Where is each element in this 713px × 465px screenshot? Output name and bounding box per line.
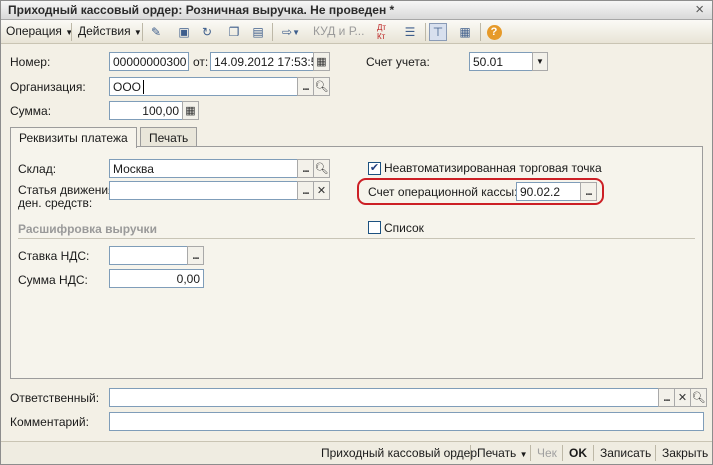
actions-menu-label: Действия [78, 24, 131, 38]
document-window: Приходный кассовый ордер: Розничная выру… [0, 0, 713, 465]
command-divider [530, 445, 531, 461]
tab-payment-details[interactable]: Реквизиты платежа [10, 127, 137, 148]
go-to-icon[interactable]: ⇨ ▼ [277, 23, 305, 41]
select-dots-icon[interactable]: ... [580, 182, 597, 201]
toolbar: Операция ▼ Действия ▼ ✎ ▣ ↻ ❐ ▤ ⇨ ▼ КУД и… [1, 20, 712, 44]
account-label: Счет учета: [366, 55, 430, 69]
vat-sum-label: Сумма НДС: [18, 273, 88, 287]
print-menu-button[interactable]: Печать ▼ [477, 446, 528, 460]
list-checkbox[interactable] [368, 221, 381, 234]
select-dots-icon[interactable]: ... [297, 159, 314, 178]
print-menu-label: Печать [477, 446, 517, 460]
check-button[interactable]: Чек [537, 446, 557, 460]
responsible-label: Ответственный: [10, 391, 100, 405]
section-divider [18, 238, 695, 239]
sum-field[interactable]: 100,00 [109, 101, 183, 120]
comment-field[interactable] [109, 412, 704, 431]
warehouse-field[interactable]: Москва [109, 159, 298, 178]
warehouse-label: Склад: [18, 162, 57, 176]
nonauto-point-checkbox[interactable]: ✔ [368, 162, 381, 175]
cashflow-label-line1: Статья движения [18, 183, 115, 197]
command-divider [655, 445, 656, 461]
number-field[interactable]: 00000000300 [109, 52, 189, 71]
operation-menu[interactable]: Операция ▼ [6, 24, 73, 38]
structure-icon[interactable]: ⊤ [429, 23, 447, 41]
toolbar-divider [425, 23, 426, 41]
toolbar-divider [480, 23, 481, 41]
date-field[interactable]: 14.09.2012 17:53:56 [210, 52, 314, 71]
op-account-field[interactable]: 90.02.2 [516, 182, 581, 201]
search-icon[interactable]: 🔍︎ [313, 159, 330, 178]
command-bar: Приходный кассовый ордер Печать ▼ Чек OK… [1, 441, 712, 464]
command-divider [562, 445, 563, 461]
copy-document-icon[interactable]: ❐ [225, 23, 243, 41]
save-button[interactable]: Записать [600, 446, 651, 460]
responsible-field[interactable] [109, 388, 659, 407]
nonauto-point-label: Неавтоматизированная торговая точка [384, 161, 602, 175]
dtkt-label: Дт Кт [377, 23, 387, 41]
select-dots-icon[interactable]: ... [658, 388, 675, 407]
chevron-down-icon[interactable]: ▼ [532, 52, 548, 71]
vat-rate-field[interactable] [109, 246, 188, 265]
organization-value: ООО [113, 80, 142, 94]
help-icon[interactable]: ? [485, 23, 503, 41]
clear-icon[interactable]: ✕ [674, 388, 691, 407]
cashflow-item-field[interactable] [109, 181, 298, 200]
toolbar-divider [71, 23, 72, 41]
account-select[interactable]: 50.01 [469, 52, 533, 71]
toolbar-divider [142, 23, 143, 41]
print-form-button[interactable]: Приходный кассовый ордер [321, 446, 477, 460]
cashflow-label-line2: ден. средств: [18, 196, 93, 210]
command-divider [593, 445, 594, 461]
ok-button[interactable]: OK [569, 446, 587, 460]
unpost-icon[interactable]: ▤ [249, 23, 267, 41]
op-account-label: Счет операционной кассы: [368, 185, 518, 199]
toolbar-divider [272, 23, 273, 41]
tab-print[interactable]: Печать [140, 127, 198, 147]
actions-menu[interactable]: Действия ▼ [78, 24, 142, 38]
vat-sum-field[interactable]: 0,00 [109, 269, 204, 288]
date-label: от: [193, 55, 209, 69]
dtkt-icon[interactable]: Дт Кт [377, 23, 395, 41]
close-icon[interactable]: × [695, 1, 704, 18]
comment-label: Комментарий: [10, 415, 89, 429]
search-icon[interactable]: 🔍︎ [690, 388, 707, 407]
sum-label: Сумма: [10, 104, 52, 118]
refresh-icon[interactable]: ↻ [198, 23, 216, 41]
select-dots-icon[interactable]: ... [297, 181, 314, 200]
report-icon[interactable]: ☰ [401, 23, 419, 41]
close-button[interactable]: Закрыть [662, 446, 708, 460]
command-divider [470, 445, 471, 461]
organization-field[interactable]: ООО [109, 77, 298, 96]
organization-label: Организация: [10, 80, 86, 94]
kud-button[interactable]: КУД и Р... [313, 24, 364, 38]
select-dots-icon[interactable]: ... [297, 77, 314, 96]
title-bar: Приходный кассовый ордер: Розничная выру… [1, 1, 712, 20]
settings-grid-icon[interactable]: ▦ [456, 23, 474, 41]
edit-document-icon[interactable]: ✎ [147, 23, 165, 41]
number-label: Номер: [10, 55, 51, 69]
select-dots-icon[interactable]: ... [187, 246, 204, 265]
revenue-section-title: Расшифровка выручки [18, 222, 157, 236]
calculator-icon[interactable]: ▦ [182, 101, 199, 120]
window-title: Приходный кассовый ордер: Розничная выру… [8, 3, 395, 17]
operation-menu-label: Операция [6, 24, 62, 38]
vat-rate-label: Ставка НДС: [18, 249, 90, 263]
calendar-icon[interactable]: ▦ [313, 52, 330, 71]
list-label: Список [384, 221, 424, 235]
post-document-icon[interactable]: ▣ [175, 23, 193, 41]
search-icon[interactable]: 🔍︎ [313, 77, 330, 96]
clear-icon[interactable]: ✕ [313, 181, 330, 200]
